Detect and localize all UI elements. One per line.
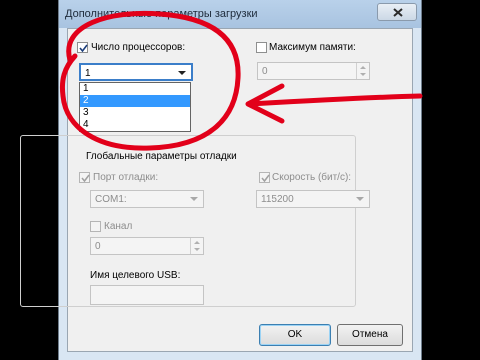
debug-port-checkbox[interactable] [79,172,90,183]
close-button[interactable] [377,3,417,21]
checkmark-icon [81,174,90,183]
debug-port-label: Порт отладки: [93,172,159,183]
max-memory-label: Максимум памяти: [269,42,356,53]
spinner-buttons[interactable] [356,63,369,79]
debug-group-title: Глобальные параметры отладки [84,151,239,162]
ok-button[interactable]: OK [259,324,331,346]
chevron-down-icon [356,197,364,201]
baud-rate-label: Скорость (бит/с): [272,172,352,183]
debug-port-value: COM1: [95,194,127,205]
baud-rate-dropdown[interactable]: 115200 [256,190,370,208]
channel-label: Канал [104,221,133,232]
processors-checkbox[interactable] [77,42,88,53]
usb-target-label: Имя целевого USB: [90,270,181,281]
arrow-down-icon[interactable] [194,248,200,251]
arrow-down-icon[interactable] [360,73,366,76]
checkmark-icon [261,174,270,183]
baud-rate-checkbox[interactable] [259,172,270,183]
processors-dropdown[interactable]: 1 [79,63,193,81]
processors-selected-value: 1 [85,68,91,79]
processors-option[interactable]: 3 [80,107,190,119]
debug-port-dropdown[interactable]: COM1: [90,190,204,208]
arrow-up-icon[interactable] [360,66,366,69]
dialog-title: Дополнительные параметры загрузки [65,8,258,20]
chevron-down-icon [178,71,186,75]
processors-option[interactable]: 1 [80,83,190,95]
usb-target-input[interactable] [90,285,204,305]
max-memory-value: 0 [262,66,268,77]
processors-option[interactable]: 4 [80,119,190,131]
max-memory-checkbox[interactable] [256,42,267,53]
checkmark-icon [79,44,88,53]
processors-options-list[interactable]: 1 2 3 4 [79,82,191,132]
spinner-buttons[interactable] [190,238,203,254]
arrow-up-icon[interactable] [194,241,200,244]
title-bar: Дополнительные параметры загрузки [59,0,421,28]
processors-label: Число процессоров: [91,42,186,53]
processors-option-highlighted[interactable]: 2 [80,95,190,107]
chevron-down-icon [190,197,198,201]
cancel-button[interactable]: Отмена [337,324,403,346]
max-memory-spinner[interactable]: 0 [257,62,370,80]
channel-value: 0 [95,241,101,252]
baud-rate-value: 115200 [261,194,294,205]
channel-checkbox[interactable] [90,221,101,232]
close-icon [393,8,403,17]
channel-spinner[interactable]: 0 [90,237,204,255]
